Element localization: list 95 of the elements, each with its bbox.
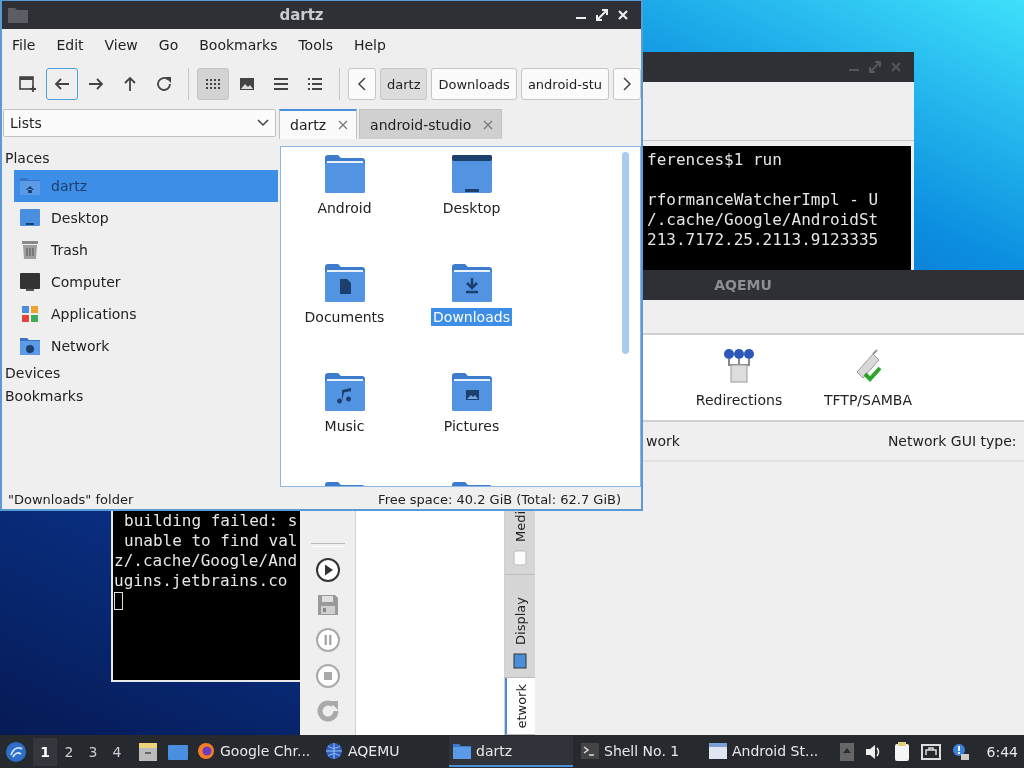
folder-icon[interactable] bbox=[323, 263, 366, 303]
menu-item[interactable]: Help bbox=[353, 37, 386, 53]
terminal-line: unable to find val bbox=[123, 531, 299, 551]
status-text: "Downloads" folder bbox=[8, 491, 134, 507]
tab[interactable]: dartz bbox=[279, 109, 358, 139]
path-button[interactable]: android-stu bbox=[520, 68, 610, 100]
terminal-line: 213.7172.25.2113.9123335 bbox=[647, 230, 880, 250]
chevron-right-icon bbox=[622, 77, 633, 91]
scroll-right-button[interactable] bbox=[613, 68, 642, 100]
folder-icon[interactable] bbox=[323, 372, 366, 412]
place-item[interactable]: Desktop bbox=[14, 202, 278, 234]
disc-drive-icon bbox=[513, 550, 527, 566]
place-item[interactable]: Trash bbox=[14, 234, 278, 266]
side-tab[interactable]: Display bbox=[505, 575, 535, 678]
play-icon[interactable] bbox=[314, 557, 341, 583]
text-cursor bbox=[114, 592, 123, 610]
file-name[interactable]: Pictures bbox=[441, 417, 502, 435]
monitor-icon bbox=[513, 653, 527, 669]
app-grid-icon bbox=[19, 304, 41, 324]
side-pane-dropdown[interactable]: Lists bbox=[3, 109, 276, 137]
side-tab[interactable]: etwork bbox=[505, 678, 535, 735]
path-button[interactable]: Downloads bbox=[431, 68, 517, 100]
clock: 6:44 bbox=[986, 743, 1018, 760]
free-space-text: Free space: 40.2 GiB (Total: 62.7 GiB) bbox=[378, 491, 621, 507]
trash-icon bbox=[19, 240, 41, 260]
start-menu-icon[interactable] bbox=[5, 740, 27, 763]
desktop-folder-icon[interactable] bbox=[450, 154, 493, 194]
task-button[interactable]: Android St... bbox=[705, 736, 829, 767]
workspace-button[interactable]: 2 bbox=[57, 737, 81, 766]
expand-tray-icon[interactable] bbox=[839, 742, 854, 761]
terminal-line: rformanceWatcherImpl - U bbox=[647, 190, 880, 210]
place-item[interactable]: Applications bbox=[14, 298, 278, 330]
image-icon bbox=[238, 75, 256, 93]
clipboard-icon[interactable] bbox=[893, 741, 910, 762]
monitor-icon bbox=[19, 208, 41, 228]
icons-view-button[interactable] bbox=[197, 68, 229, 100]
field-label: Network GUI type: bbox=[887, 433, 1017, 449]
terminal-line: z/.cache/Google/And bbox=[114, 551, 299, 571]
network-icon[interactable] bbox=[920, 743, 941, 760]
file-name[interactable]: Music bbox=[322, 417, 367, 435]
file-name[interactable]: Documents bbox=[302, 308, 387, 326]
terminal-line: /.cache/Google/AndroidSt bbox=[647, 210, 880, 230]
task-button[interactable]: Google Chr... bbox=[193, 736, 317, 767]
terminal-icon bbox=[581, 742, 599, 759]
globe-icon bbox=[325, 741, 343, 760]
section-header: Places bbox=[4, 149, 51, 168]
section-header: Devices bbox=[4, 364, 62, 383]
folder-icon[interactable] bbox=[450, 263, 493, 303]
menu-item[interactable]: View bbox=[104, 37, 138, 53]
tool-label: TFTP/SAMBA bbox=[823, 391, 913, 408]
workspace-button[interactable]: 4 bbox=[105, 737, 129, 766]
side-tab[interactable]: Medi bbox=[505, 511, 535, 575]
chevron-left-icon bbox=[357, 77, 367, 91]
terminal-line: ugins.jetbrains.co bbox=[114, 571, 289, 591]
window-title: AQEMU bbox=[714, 277, 772, 293]
section-header: Bookmarks bbox=[4, 387, 85, 406]
folder-icon[interactable] bbox=[450, 372, 493, 412]
browser-icon bbox=[197, 741, 215, 760]
menu-item[interactable]: File bbox=[12, 37, 36, 53]
reload-icon bbox=[155, 75, 173, 93]
file-name[interactable]: Android bbox=[315, 199, 374, 217]
home-folder-icon bbox=[19, 176, 41, 196]
chevron-down-icon bbox=[257, 119, 269, 127]
tool-label: Redirections bbox=[695, 391, 783, 408]
menu-item[interactable]: Bookmarks bbox=[199, 37, 278, 53]
terminal-line: building failed: s bbox=[123, 511, 299, 531]
menu-item[interactable]: Edit bbox=[56, 37, 84, 53]
back-button[interactable] bbox=[46, 68, 78, 100]
task-button[interactable]: Shell No. 1 bbox=[577, 736, 701, 767]
workspace-button[interactable]: 1 bbox=[33, 737, 57, 766]
workspace-button[interactable]: 3 bbox=[81, 737, 105, 766]
new-window-icon bbox=[19, 75, 37, 93]
detailed-list-icon bbox=[306, 75, 324, 93]
network-folder-icon bbox=[19, 336, 41, 356]
file-name[interactable]: Desktop bbox=[440, 199, 503, 217]
place-item[interactable]: Computer bbox=[14, 266, 278, 298]
folder-icon bbox=[8, 7, 28, 23]
place-item[interactable]: Network bbox=[14, 330, 278, 362]
task-button[interactable]: dartz bbox=[449, 736, 573, 767]
monitor-icon bbox=[19, 272, 41, 292]
window-icon bbox=[709, 742, 727, 759]
terminal-line: ferences$1 run bbox=[647, 150, 783, 170]
window-title: dartz bbox=[278, 6, 325, 24]
menu-item[interactable]: Go bbox=[158, 37, 179, 53]
folder-icon bbox=[453, 742, 471, 759]
tab[interactable]: android-studio bbox=[359, 109, 503, 139]
port-redirection-icon[interactable] bbox=[722, 347, 756, 384]
scroll-left-button[interactable] bbox=[348, 68, 376, 100]
task-button[interactable]: AQEMU bbox=[321, 736, 445, 767]
section-label: work bbox=[646, 433, 680, 449]
path-button[interactable]: dartz bbox=[380, 68, 428, 100]
file-cabinet-icon[interactable] bbox=[137, 741, 159, 762]
menu-item[interactable]: Tools bbox=[298, 37, 333, 53]
notification-icon[interactable] bbox=[951, 742, 970, 761]
list-view-icon bbox=[272, 75, 290, 93]
